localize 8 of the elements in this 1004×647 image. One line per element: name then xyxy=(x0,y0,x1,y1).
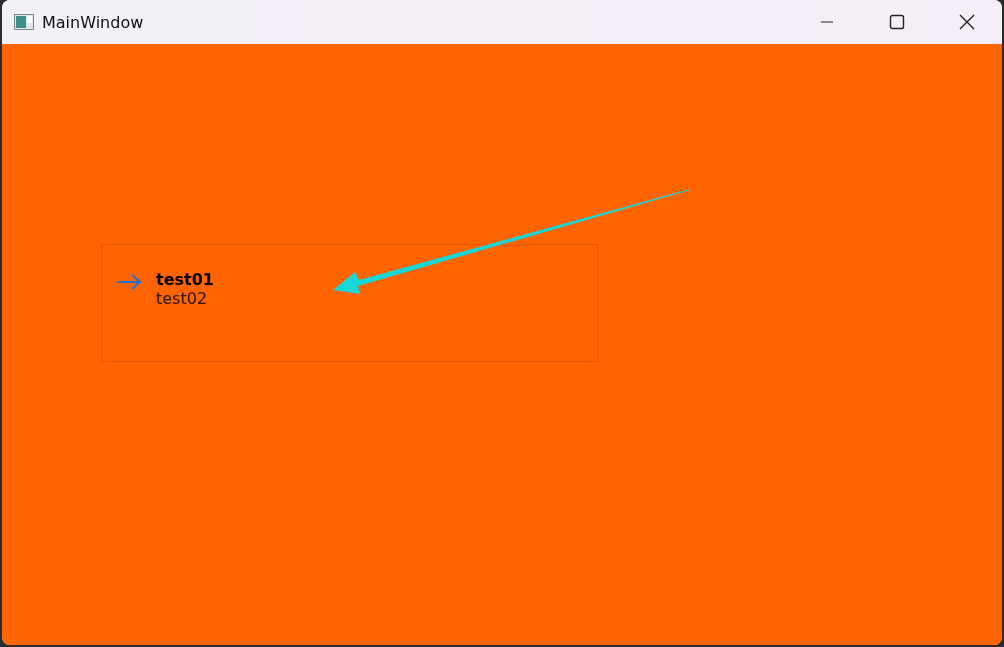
list-item[interactable]: test01 test02 xyxy=(101,244,598,362)
app-icon xyxy=(14,14,34,30)
maximize-icon xyxy=(889,14,905,30)
close-icon xyxy=(959,14,975,30)
item-title: test01 xyxy=(156,270,214,289)
item-subtitle: test02 xyxy=(156,289,209,308)
window-title: MainWindow xyxy=(42,12,145,32)
arrow-icon xyxy=(116,274,142,290)
